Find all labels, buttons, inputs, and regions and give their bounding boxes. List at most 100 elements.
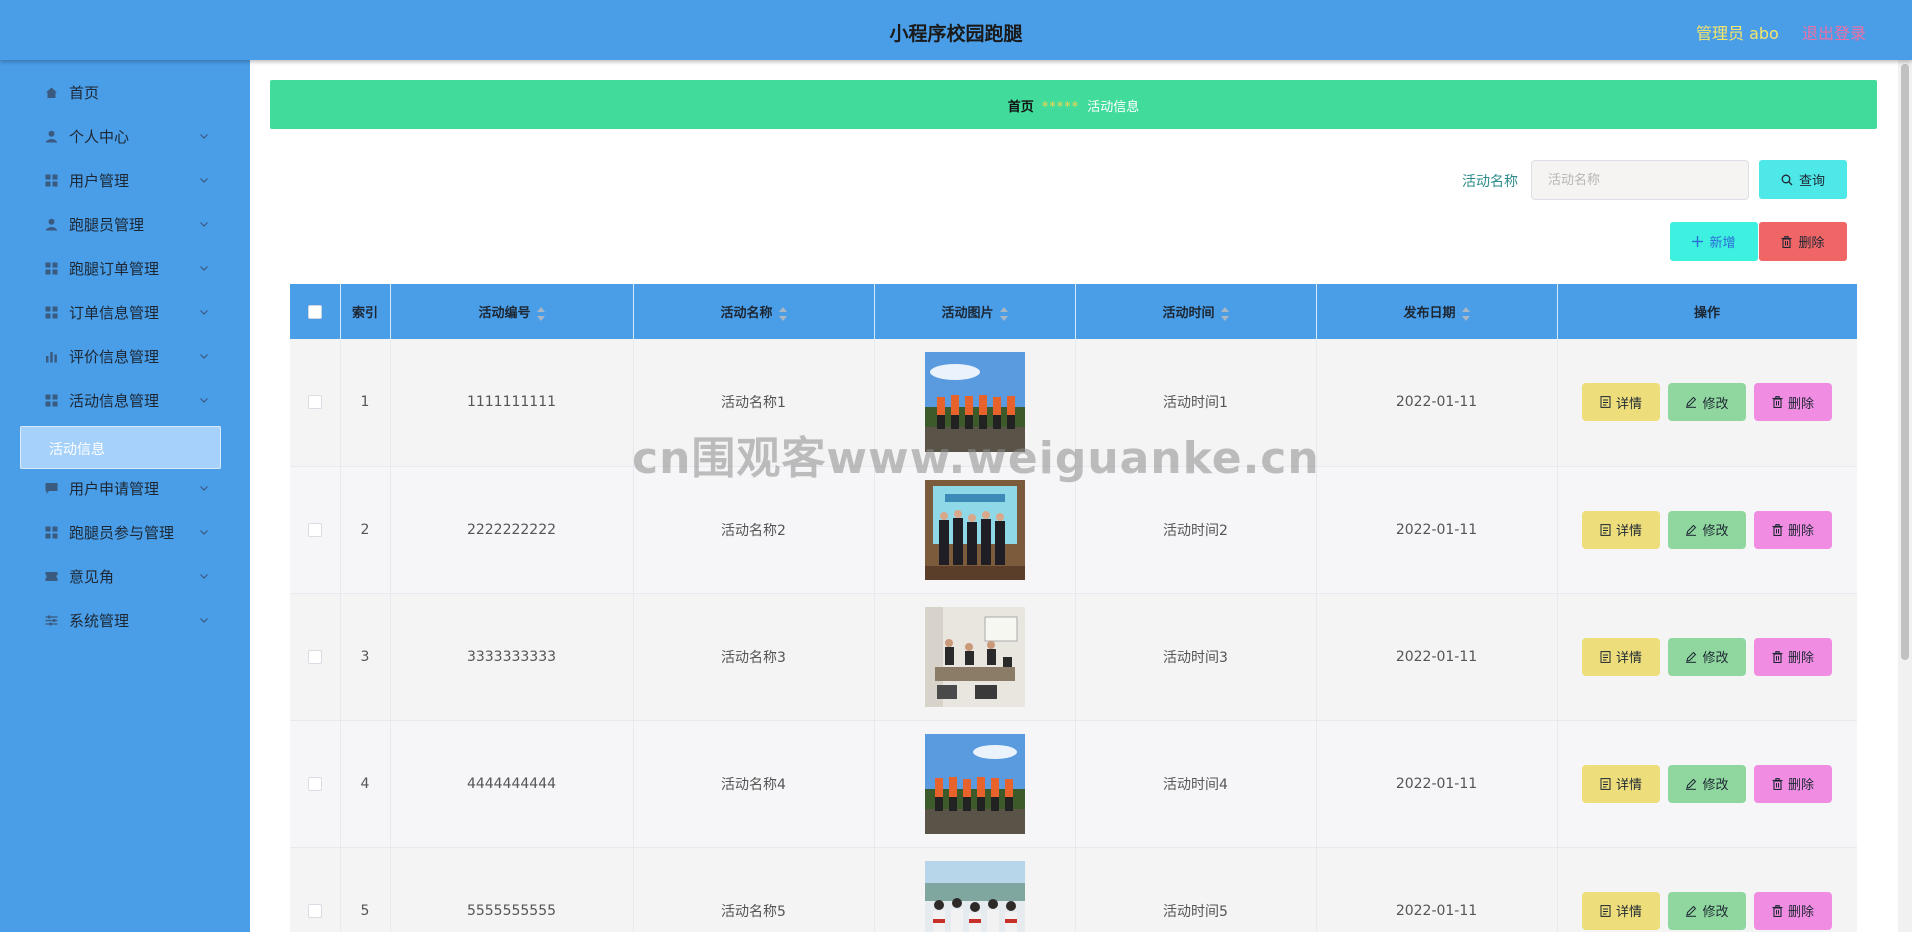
detail-button[interactable]: 详情 — [1582, 637, 1660, 676]
select-all-checkbox[interactable] — [307, 304, 322, 319]
cell-date: 2022-01-11 — [1316, 466, 1558, 594]
scrollbar-thumb[interactable] — [1901, 64, 1909, 660]
sidebar-item[interactable]: 首页 — [0, 69, 250, 113]
sort-icon[interactable] — [778, 306, 787, 321]
activity-photo[interactable] — [924, 479, 1025, 580]
page-scrollbar[interactable] — [1898, 60, 1912, 932]
delete-button[interactable]: 删除 — [1754, 764, 1832, 803]
search-input[interactable] — [1531, 160, 1749, 200]
cell-index: 5 — [340, 847, 391, 932]
sidebar-item[interactable]: 跑腿订单管理 — [0, 245, 250, 289]
cell-name: 活动名称1 — [633, 339, 875, 467]
edit-button[interactable]: 修改 — [1668, 637, 1746, 676]
delete-button-label: 删除 — [1787, 778, 1814, 793]
row-checkbox[interactable] — [307, 649, 322, 664]
detail-button[interactable]: 详情 — [1582, 383, 1660, 422]
sort-icon[interactable] — [999, 306, 1008, 321]
delete-button-label: 删除 — [1787, 905, 1814, 920]
cell-index: 3 — [340, 593, 391, 721]
sort-icon[interactable] — [1220, 306, 1229, 321]
cell-time: 活动时间1 — [1075, 339, 1317, 467]
sliders-icon — [45, 612, 58, 626]
trash-icon — [1772, 396, 1783, 409]
column-header[interactable]: 活动编号 — [390, 284, 634, 339]
column-header[interactable]: 活动图片 — [874, 284, 1076, 339]
edit-button[interactable]: 修改 — [1668, 510, 1746, 549]
trash-icon — [1772, 904, 1783, 917]
grid-icon — [45, 392, 58, 407]
sidebar-item[interactable]: 订单信息管理 — [0, 289, 250, 333]
cell-code: 4444444444 — [390, 720, 634, 848]
chevron-down-icon — [198, 567, 210, 579]
table-row: 2 2222222222 活动名称2 活动时间2 2022-01-11 详情 修改 删除 — [290, 466, 1857, 594]
chevron-down-icon — [198, 127, 210, 139]
edit-button[interactable]: 修改 — [1668, 891, 1746, 930]
column-header-label: 活动时间 — [1162, 306, 1215, 321]
cell-image — [874, 593, 1076, 721]
edit-button[interactable]: 修改 — [1668, 764, 1746, 803]
sidebar-item[interactable]: 用户管理 — [0, 157, 250, 201]
sidebar-item[interactable]: 意见角 — [0, 553, 250, 597]
column-header[interactable]: 活动时间 — [1075, 284, 1317, 339]
row-checkbox[interactable] — [307, 903, 322, 918]
delete-button[interactable]: 删除 — [1754, 510, 1832, 549]
chevron-down-icon — [198, 611, 210, 623]
row-select-cell — [290, 720, 341, 848]
column-header-label: 发布日期 — [1403, 306, 1456, 321]
sort-icon[interactable] — [536, 306, 545, 321]
sidebar-item-label: 跑腿订单管理 — [69, 260, 160, 278]
cell-time: 活动时间4 — [1075, 720, 1317, 848]
sidebar-item-label: 跑腿员参与管理 — [69, 524, 175, 542]
sidebar-item[interactable]: 用户申请管理 — [0, 465, 250, 509]
sidebar: 首页 个人中心用户管理跑腿员管理跑腿订单管理订单信息管理 评价信息管理 活动信息管理用… — [0, 60, 250, 932]
row-checkbox[interactable] — [307, 395, 322, 410]
sidebar-item[interactable]: 活动信息管理 — [0, 377, 250, 421]
activity-photo[interactable] — [924, 860, 1025, 932]
activity-photo[interactable] — [924, 606, 1025, 707]
edit-button[interactable]: 修改 — [1668, 383, 1746, 422]
query-button[interactable]: 查询 — [1759, 160, 1847, 199]
activity-photo[interactable] — [924, 733, 1025, 834]
sidebar-item-label: 用户管理 — [69, 172, 130, 190]
submenu-item-label: 活动信息 — [49, 442, 105, 458]
column-header[interactable]: 活动名称 — [633, 284, 875, 339]
batch-delete-label: 删除 — [1798, 236, 1825, 251]
delete-button[interactable]: 删除 — [1754, 637, 1832, 676]
sidebar-item[interactable]: 评价信息管理 — [0, 333, 250, 377]
sidebar-item[interactable]: 系统管理 — [0, 597, 250, 641]
trash-icon — [1772, 777, 1783, 790]
sidebar-item[interactable]: 跑腿员参与管理 — [0, 509, 250, 553]
row-checkbox[interactable] — [307, 776, 322, 791]
sort-icon[interactable] — [1461, 306, 1470, 321]
detail-button[interactable]: 详情 — [1582, 510, 1660, 549]
trash-icon — [1772, 523, 1783, 536]
top-bar: 小程序校园跑腿 管理员 abo 退出登录 — [0, 0, 1912, 60]
delete-button[interactable]: 删除 — [1754, 891, 1832, 930]
submenu-item-active[interactable]: 活动信息 — [20, 426, 221, 469]
column-header[interactable]: 发布日期 — [1316, 284, 1558, 339]
cell-code: 1111111111 — [390, 339, 634, 467]
row-checkbox[interactable] — [307, 522, 322, 537]
add-button[interactable]: 新增 — [1670, 222, 1758, 261]
search-icon — [1781, 174, 1793, 185]
detail-button[interactable]: 详情 — [1582, 764, 1660, 803]
logout-link[interactable]: 退出登录 — [1802, 20, 1866, 44]
batch-delete-button[interactable]: 删除 — [1759, 222, 1847, 261]
sidebar-item[interactable]: 跑腿员管理 — [0, 201, 250, 245]
cell-name: 活动名称2 — [633, 466, 875, 594]
row-select-cell — [290, 466, 341, 594]
cell-index: 2 — [340, 466, 391, 594]
detail-button-label: 详情 — [1615, 905, 1642, 920]
cell-image — [874, 847, 1076, 932]
pencil-icon — [1686, 397, 1697, 409]
edit-button-label: 修改 — [1702, 396, 1729, 412]
home-icon — [45, 84, 58, 98]
cell-time: 活动时间3 — [1075, 593, 1317, 721]
chevron-down-icon — [198, 523, 210, 535]
detail-button[interactable]: 详情 — [1582, 891, 1660, 930]
activity-photo[interactable] — [924, 352, 1025, 453]
pencil-icon — [1686, 651, 1697, 663]
delete-button[interactable]: 删除 — [1754, 383, 1832, 422]
sidebar-item[interactable]: 个人中心 — [0, 113, 250, 157]
breadcrumb-home[interactable]: 首页 — [1008, 100, 1034, 115]
